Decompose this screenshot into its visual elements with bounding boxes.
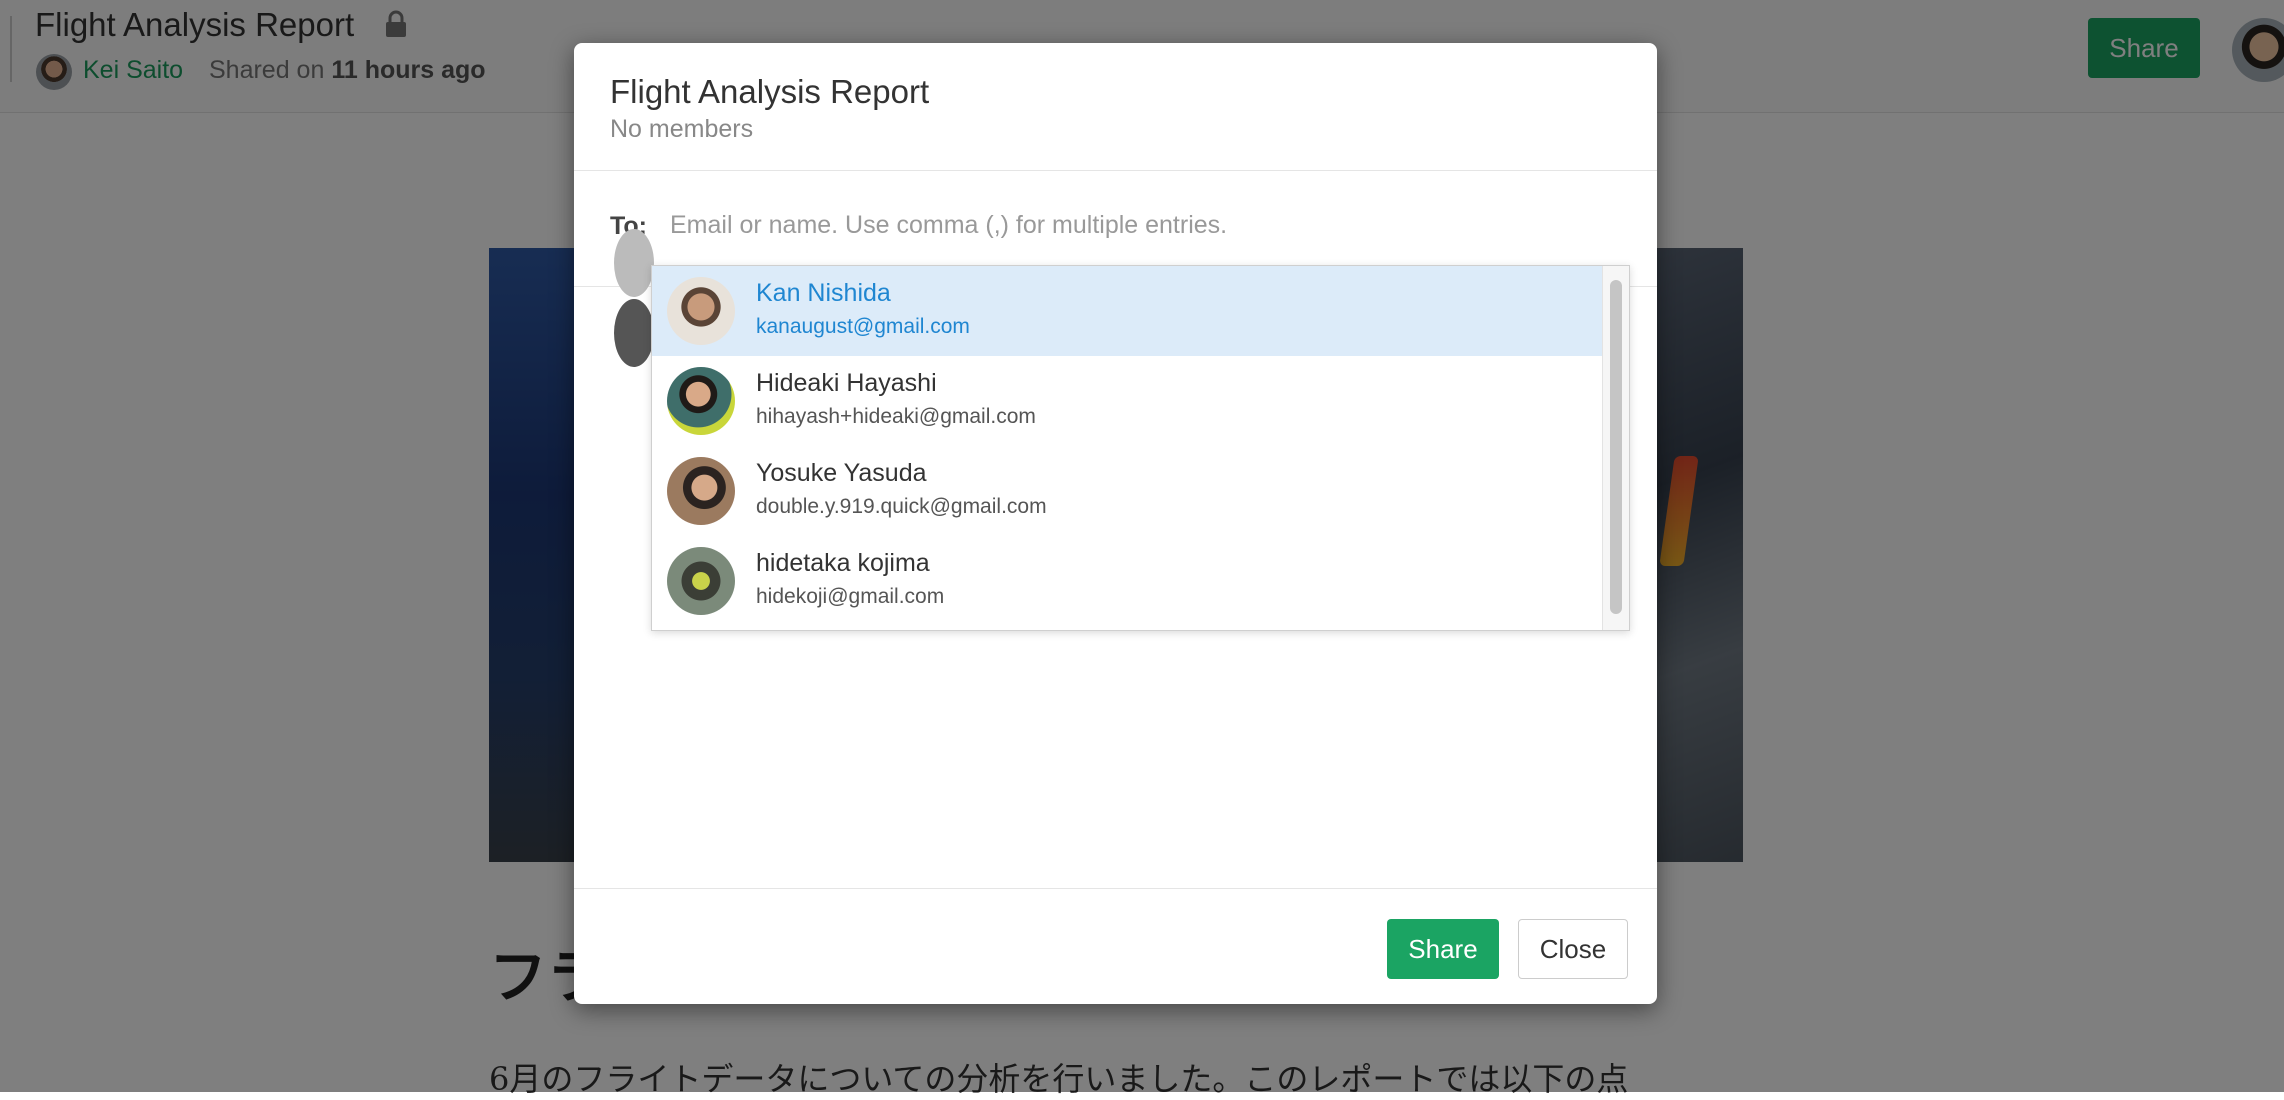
suggestion-name: Hideaki Hayashi: [756, 369, 937, 397]
suggestion-email: double.y.919.quick@gmail.com: [756, 495, 1047, 518]
member-avatar-placeholder: [614, 229, 654, 297]
suggestion-item[interactable]: Hideaki Hayashi hihayash+hideaki@gmail.c…: [652, 356, 1602, 446]
recipient-suggestions-dropdown: Kan Nishida kanaugust@gmail.com Hideaki …: [651, 265, 1630, 631]
dialog-title: Flight Analysis Report: [610, 73, 930, 110]
suggestion-name: Kan Nishida: [756, 279, 891, 307]
suggestion-name: hidetaka kojima: [756, 549, 930, 577]
user-avatar: [667, 367, 735, 435]
dialog-footer: Share Close: [574, 888, 1657, 1005]
share-button[interactable]: Share: [1387, 919, 1499, 979]
suggestions-scrollbar[interactable]: [1602, 266, 1629, 630]
user-avatar: [667, 547, 735, 615]
dialog-subtitle: No members: [610, 115, 754, 143]
suggestion-email: kanaugust@gmail.com: [756, 315, 970, 338]
suggestion-item[interactable]: Yosuke Yasuda double.y.919.quick@gmail.c…: [652, 446, 1602, 536]
suggestion-item[interactable]: hidetaka kojima hidekoji@gmail.com: [652, 536, 1602, 626]
user-avatar: [667, 457, 735, 525]
suggestion-email: hihayash+hideaki@gmail.com: [756, 405, 1036, 428]
recipient-input[interactable]: [670, 201, 1630, 249]
member-avatar-placeholder: [614, 299, 654, 367]
close-button[interactable]: Close: [1518, 919, 1628, 979]
suggestion-name: Yosuke Yasuda: [756, 459, 927, 487]
suggestion-email: hidekoji@gmail.com: [756, 585, 945, 608]
user-avatar: [667, 277, 735, 345]
suggestion-item[interactable]: Kan Nishida kanaugust@gmail.com: [652, 266, 1602, 356]
dialog-header: Flight Analysis Report No members: [574, 43, 1657, 171]
scrollbar-thumb[interactable]: [1610, 280, 1622, 614]
